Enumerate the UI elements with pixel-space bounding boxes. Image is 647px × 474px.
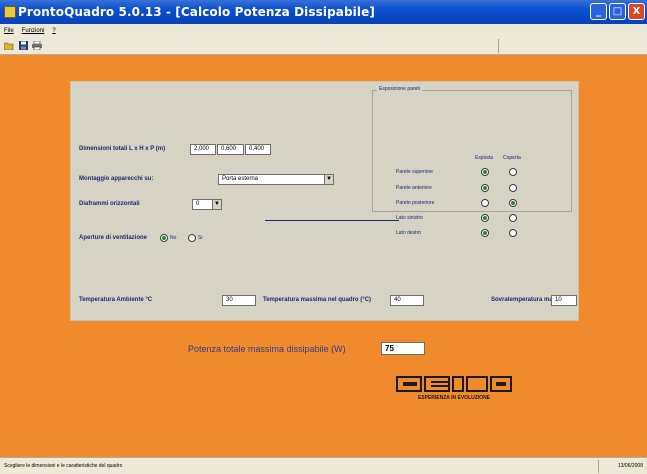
chevron-down-icon[interactable]: ▼: [324, 175, 333, 184]
exposure-row-label: Parete superiore: [396, 169, 433, 175]
covered-radio-left[interactable]: [509, 214, 517, 222]
vent-si-radio[interactable]: [188, 234, 196, 242]
open-icon[interactable]: [4, 41, 14, 51]
menu-help[interactable]: ?: [52, 28, 55, 34]
dimensions-label: Dimensioni totali L x H x P (m): [79, 146, 166, 152]
vent-si-label: Si: [198, 235, 203, 241]
ambient-input[interactable]: 30: [222, 295, 256, 306]
covered-radio-rear[interactable]: [509, 199, 517, 207]
chevron-down-icon[interactable]: ▼: [212, 200, 221, 209]
app-icon: [4, 6, 16, 18]
exposure-row-label: Parete posteriore: [396, 200, 435, 206]
toolbar: [0, 37, 647, 55]
overtemp-input[interactable]: 10: [551, 295, 577, 306]
exposure-row-label: Lato destro: [396, 230, 422, 236]
maximize-button[interactable]: □: [609, 3, 626, 20]
close-button[interactable]: X: [628, 3, 645, 20]
menu-bar: File Funzioni ?: [0, 24, 647, 37]
mounting-label: Montaggio apparecchi su:: [79, 176, 154, 182]
max-temp-label: Temperatura massima nel quadro (°C): [263, 297, 371, 303]
status-message: Scegliere le dimensioni e le caratterist…: [4, 463, 123, 469]
exposure-title: Esposizione pareti: [377, 86, 422, 92]
covered-radio-front[interactable]: [509, 184, 517, 192]
diaphragm-value: 0: [196, 201, 200, 207]
minimize-button[interactable]: _: [590, 3, 607, 20]
status-separator: [598, 460, 599, 473]
exposed-radio-left[interactable]: [481, 214, 489, 222]
exposure-row-label: Parete anteriore: [396, 185, 432, 191]
power-output: 75: [381, 342, 425, 355]
dimension-p-input[interactable]: 0,400: [245, 144, 271, 155]
dimension-l-input[interactable]: 2,000: [190, 144, 216, 155]
logo-mark-icon: [395, 374, 513, 394]
save-icon[interactable]: [18, 41, 28, 51]
power-label: Potenza totale massima dissipabile (W): [188, 344, 346, 354]
vent-label: Aperture di ventilazione: [79, 235, 148, 241]
divider-line: [265, 220, 399, 221]
toolbar-separator: [498, 39, 499, 53]
covered-radio-right[interactable]: [509, 229, 517, 237]
col-exposed-header: Esposta: [475, 155, 494, 161]
window-controls: _ □ X: [590, 3, 645, 20]
logo-tagline: ESPERIENZA IN EVOLUZIONE: [417, 395, 491, 401]
col-covered-header: Coperta: [503, 155, 521, 161]
covered-radio-top[interactable]: [509, 168, 517, 176]
print-icon[interactable]: [32, 41, 42, 51]
exposed-radio-front[interactable]: [481, 184, 489, 192]
title-bar: ProntoQuadro 5.0.13 - [Calcolo Potenza D…: [0, 0, 647, 24]
dimension-h-input[interactable]: 0,600: [217, 144, 244, 155]
ambient-label: Temperatura Ambiente °C: [79, 297, 153, 303]
exposed-radio-right[interactable]: [481, 229, 489, 237]
brand-logo: ESPERIENZA IN EVOLUZIONE: [395, 374, 513, 404]
diaphragm-select[interactable]: 0 ▼: [192, 199, 222, 210]
diaphragm-label: Diaframmi orizzontali: [79, 201, 140, 207]
mounting-select[interactable]: Porta esterna ▼: [218, 174, 334, 185]
window-title: ProntoQuadro 5.0.13 - [Calcolo Potenza D…: [18, 5, 375, 19]
menu-file[interactable]: File: [4, 28, 14, 34]
menu-funzioni[interactable]: Funzioni: [22, 28, 45, 34]
max-temp-input[interactable]: 40: [390, 295, 424, 306]
exposed-radio-rear[interactable]: [481, 199, 489, 207]
exposed-radio-top[interactable]: [481, 168, 489, 176]
status-date: 13/06/2008: [617, 463, 643, 469]
vent-no-label: No: [170, 235, 177, 241]
calc-panel: Dimensioni totali L x H x P (m) 2,000 0,…: [70, 81, 579, 355]
exposure-group: [372, 90, 572, 212]
mounting-value: Porta esterna: [222, 176, 259, 182]
exposure-row-label: Lato sinistro: [396, 215, 423, 221]
status-bar: Scegliere le dimensioni e le caratterist…: [0, 457, 647, 474]
vent-no-radio[interactable]: [160, 234, 168, 242]
